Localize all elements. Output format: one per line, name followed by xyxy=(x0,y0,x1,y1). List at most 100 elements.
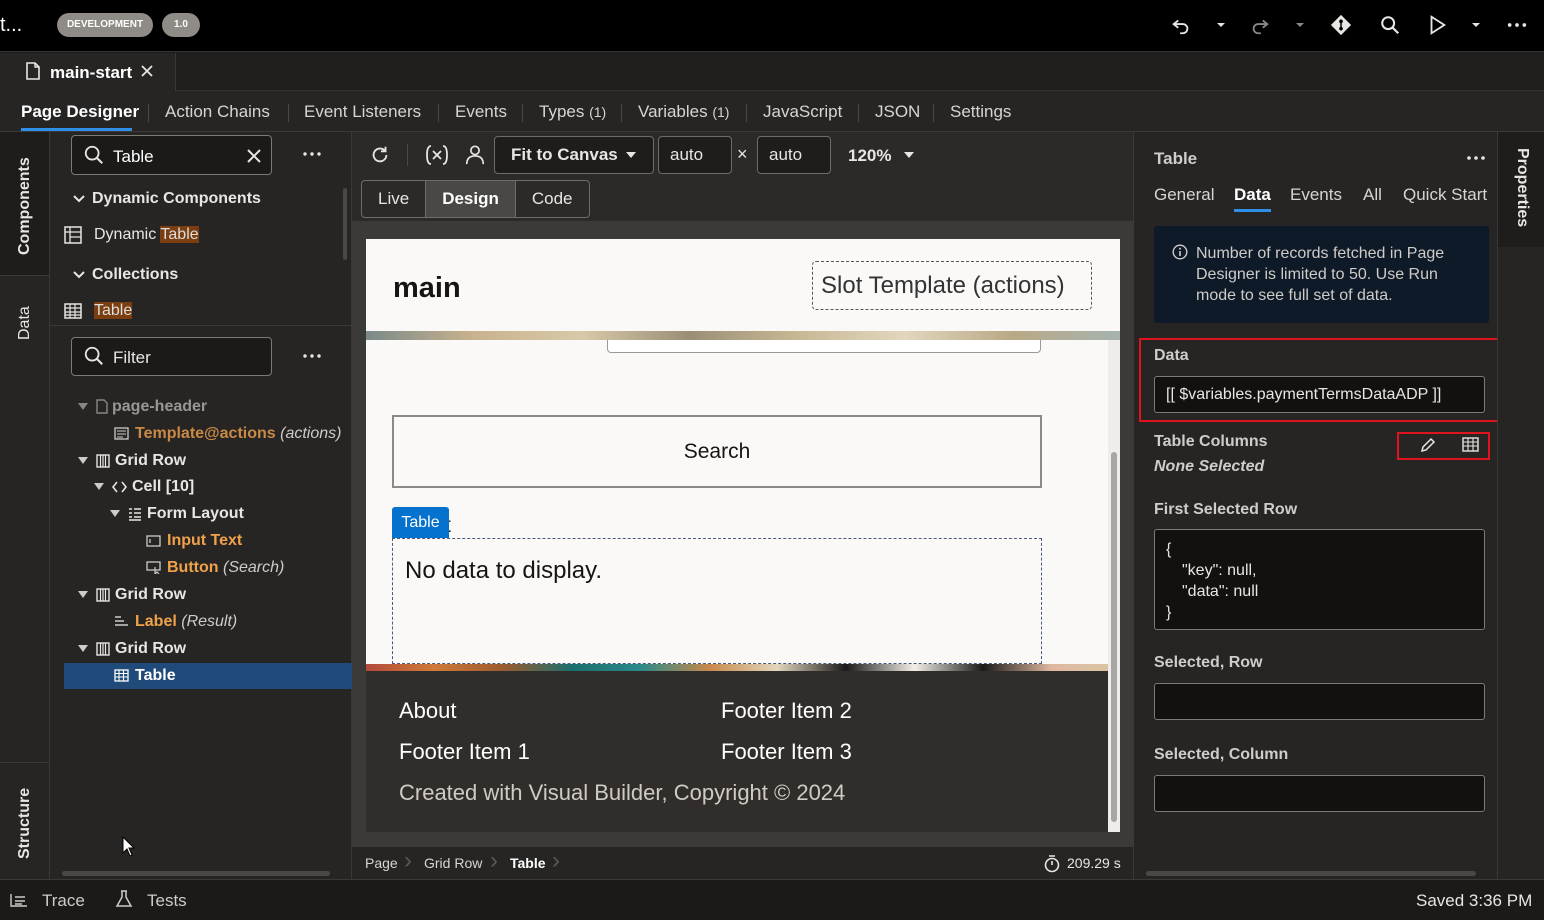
canvas-height-input[interactable]: auto xyxy=(757,136,831,174)
tab-events[interactable]: Events xyxy=(455,102,507,122)
variables-icon[interactable] xyxy=(425,144,449,166)
trace-button[interactable]: Trace xyxy=(42,891,85,911)
search-match: Table xyxy=(94,302,133,319)
prop-tab-all[interactable]: All xyxy=(1363,185,1382,205)
tree-node-input-text[interactable]: Input Text xyxy=(146,532,242,550)
tree-node-page-header[interactable]: page-header xyxy=(78,398,207,416)
tree-node-label[interactable]: Label (Result) xyxy=(114,613,237,631)
more-menu-icon[interactable] xyxy=(1506,14,1530,38)
components-more-icon[interactable] xyxy=(302,146,322,162)
canvas-width-input[interactable]: auto xyxy=(658,136,732,174)
first-selected-row-field[interactable]: { "key": null, "data": null } xyxy=(1154,529,1485,630)
tab-event-listeners[interactable]: Event Listeners xyxy=(304,102,421,122)
rail-tab-structure[interactable]: Structure xyxy=(16,788,34,859)
components-scrollbar[interactable] xyxy=(343,188,347,260)
clear-search-icon[interactable] xyxy=(247,149,261,163)
tree-node-form-layout[interactable]: Form Layout xyxy=(110,505,244,523)
zoom-chevron-icon[interactable] xyxy=(903,150,915,160)
structure-more-icon[interactable] xyxy=(302,348,322,364)
components-search-input[interactable]: Table xyxy=(71,135,272,175)
data-binding-field[interactable]: [[ $variables.paymentTermsDataADP ]] xyxy=(1154,376,1485,413)
structure-filter-input[interactable]: Filter xyxy=(71,337,272,376)
file-tab-main-start[interactable]: main-start xyxy=(0,53,176,91)
table-editor-icon[interactable] xyxy=(1462,437,1479,452)
input-text-field[interactable] xyxy=(607,340,1041,353)
tab-javascript[interactable]: JavaScript xyxy=(763,102,842,122)
json-line: { xyxy=(1166,541,1172,558)
table-icon xyxy=(64,303,94,319)
footer-link-about[interactable]: About xyxy=(399,698,457,724)
rail-tab-properties[interactable]: Properties xyxy=(1513,148,1531,227)
redo-history-chevron-icon[interactable] xyxy=(1293,18,1317,42)
rail-tab-data[interactable]: Data xyxy=(16,306,34,340)
tree-node-cell[interactable]: Cell [10] xyxy=(94,478,194,496)
left-panel-hscrollbar[interactable] xyxy=(62,871,330,876)
search-button[interactable]: Search xyxy=(392,415,1042,488)
canvas-scrollbar-thumb[interactable] xyxy=(1111,452,1117,822)
properties-more-icon[interactable] xyxy=(1466,154,1486,162)
table-component[interactable]: No data to display. xyxy=(392,538,1042,664)
properties-hscrollbar[interactable] xyxy=(1146,871,1476,876)
prop-tab-data[interactable]: Data xyxy=(1234,185,1271,205)
mode-tab-design[interactable]: Design xyxy=(426,181,516,217)
component-dynamic-table[interactable]: Dynamic Table xyxy=(64,226,199,244)
prop-tab-quick-start[interactable]: Quick Start xyxy=(1403,185,1487,205)
search-icon xyxy=(83,345,105,367)
footer-link-item-2[interactable]: Footer Item 2 xyxy=(721,698,852,724)
undo-history-chevron-icon[interactable] xyxy=(1214,18,1238,42)
redo-icon[interactable] xyxy=(1249,14,1273,38)
tree-node-grid-row-1[interactable]: Grid Row xyxy=(78,452,186,470)
selected-row-label: Selected, Row xyxy=(1154,654,1263,671)
breadcrumb-item-table[interactable]: Table xyxy=(510,855,546,871)
footer-link-item-3[interactable]: Footer Item 3 xyxy=(721,739,852,765)
group-dynamic-components[interactable]: Dynamic Components xyxy=(72,190,261,208)
rail-tab-components[interactable]: Components xyxy=(16,157,34,255)
canvas-scrollbar-track[interactable] xyxy=(1108,340,1120,832)
template-icon xyxy=(114,427,129,440)
tab-json[interactable]: JSON xyxy=(875,102,920,122)
tab-action-chains[interactable]: Action Chains xyxy=(165,102,270,122)
tab-settings[interactable]: Settings xyxy=(950,102,1011,122)
undo-icon[interactable] xyxy=(1170,14,1194,38)
dynamic-table-icon xyxy=(64,226,94,244)
tree-node-button[interactable]: Button (Search) xyxy=(146,559,284,577)
button-icon xyxy=(146,561,161,575)
tree-node-grid-row-2[interactable]: Grid Row xyxy=(78,586,186,604)
user-icon[interactable] xyxy=(464,144,486,166)
breadcrumb-item-page[interactable]: Page xyxy=(365,855,398,871)
panel-divider[interactable] xyxy=(50,325,352,326)
tab-variables[interactable]: Variables (1) xyxy=(638,102,729,122)
breadcrumb-separator: › xyxy=(404,847,412,874)
run-icon[interactable] xyxy=(1426,14,1450,38)
close-tab-icon[interactable] xyxy=(141,65,153,77)
mode-tab-code[interactable]: Code xyxy=(516,181,589,217)
zoom-select[interactable]: 120% xyxy=(848,146,891,166)
edit-pencil-icon[interactable] xyxy=(1420,437,1436,453)
mode-tab-live[interactable]: Live xyxy=(362,181,427,217)
tab-page-designer[interactable]: Page Designer xyxy=(21,102,139,122)
selected-column-field[interactable] xyxy=(1154,775,1485,812)
footer-banner-strip xyxy=(366,664,1120,671)
slot-template-actions[interactable]: Slot Template (actions) xyxy=(812,261,1092,310)
search-icon[interactable] xyxy=(1379,14,1403,38)
tab-types[interactable]: Types (1) xyxy=(539,102,606,122)
run-options-chevron-icon[interactable] xyxy=(1469,18,1493,42)
breadcrumb-separator: › xyxy=(490,847,498,874)
selected-row-field[interactable] xyxy=(1154,683,1485,720)
group-collections[interactable]: Collections xyxy=(72,266,178,284)
prop-tab-general[interactable]: General xyxy=(1154,185,1214,205)
component-table[interactable]: Table xyxy=(64,302,133,320)
footer-link-item-1[interactable]: Footer Item 1 xyxy=(399,739,530,765)
tree-node-grid-row-3[interactable]: Grid Row xyxy=(78,640,186,658)
git-icon[interactable] xyxy=(1330,14,1354,38)
fit-to-canvas-select[interactable]: Fit to Canvas xyxy=(494,136,654,174)
design-area: Fit to Canvas auto × auto 120% Live Desi… xyxy=(352,132,1133,879)
tests-button[interactable]: Tests xyxy=(147,891,187,911)
nav-divider xyxy=(621,104,622,122)
tree-node-table-selected[interactable]: Table xyxy=(64,663,352,689)
refresh-icon[interactable] xyxy=(369,144,391,166)
tree-node-template-actions[interactable]: Template@actions (actions) xyxy=(114,425,341,443)
prop-tab-events[interactable]: Events xyxy=(1290,185,1342,205)
node-note: (Result) xyxy=(181,613,238,630)
breadcrumb-item-grid-row[interactable]: Grid Row xyxy=(424,855,482,871)
